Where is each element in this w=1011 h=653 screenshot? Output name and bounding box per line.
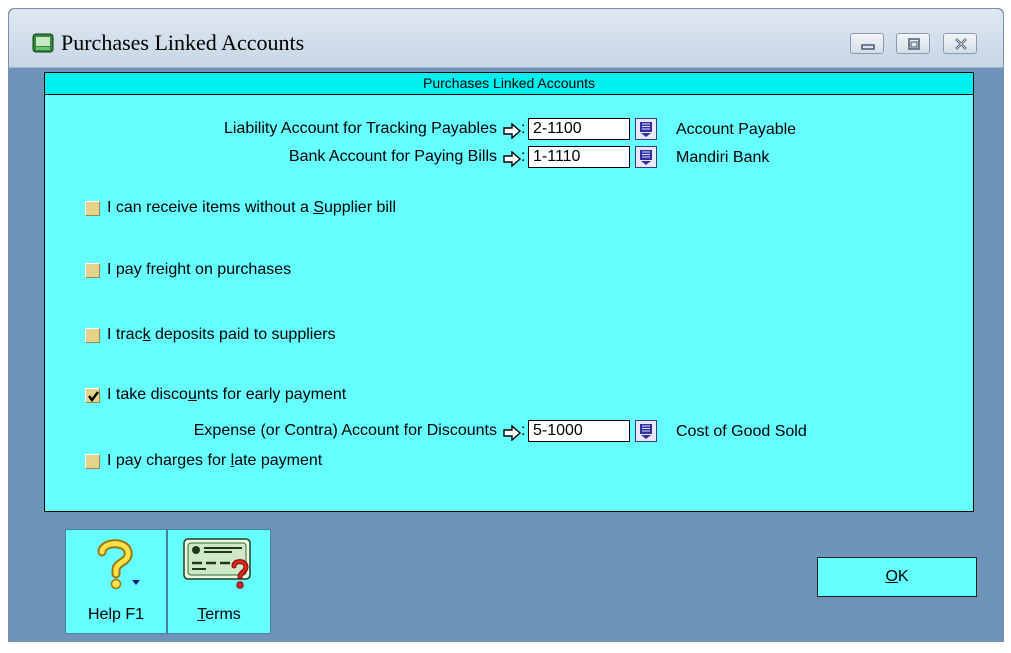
title-bar[interactable]: Purchases Linked Accounts	[9, 9, 1003, 68]
pay-freight-checkbox[interactable]	[85, 263, 100, 278]
late-charges-checkbox[interactable]	[85, 454, 100, 469]
discount-lookup-icon[interactable]	[635, 420, 657, 442]
take-discounts-label: I take discounts for early payment	[107, 386, 347, 403]
track-deposits-checkbox[interactable]	[85, 328, 100, 343]
ok-button-label: OK	[885, 568, 909, 585]
dialog-window: Purchases Linked Accounts Purchases Link…	[8, 8, 1004, 642]
bank-lookup-icon[interactable]	[635, 146, 657, 168]
maximize-icon	[908, 38, 920, 50]
liability-colon: :	[521, 120, 526, 137]
question-mark-icon	[97, 539, 140, 590]
window-title: Purchases Linked Accounts	[61, 30, 305, 55]
liability-account-field[interactable]: 2-1100	[528, 118, 630, 140]
window-app-icon[interactable]	[32, 33, 54, 53]
linked-accounts-panel: Purchases Linked Accounts Liability Acco…	[44, 72, 974, 512]
minimize-button[interactable]	[850, 33, 884, 54]
bank-account-label: Bank Account for Paying Bills	[288, 148, 497, 165]
card-question-icon	[183, 538, 251, 589]
discount-account-field[interactable]: 5-1000	[528, 420, 630, 442]
receive-without-bill-checkbox[interactable]	[85, 201, 100, 216]
terms-button[interactable]: Terms	[167, 529, 271, 634]
ok-button[interactable]: OK	[817, 557, 977, 597]
panel-header: Purchases Linked Accounts	[45, 73, 973, 95]
discount-colon: :	[521, 422, 526, 439]
bank-colon: :	[521, 148, 526, 165]
liability-account-name: Account Payable	[676, 121, 797, 138]
bank-account-field[interactable]: 1-1110	[528, 146, 630, 168]
terms-button-label: Terms	[197, 606, 241, 623]
discount-account-label: Expense (or Contra) Account for Discount…	[193, 422, 497, 439]
close-button[interactable]	[943, 33, 977, 54]
receive-without-bill-label: I can receive items without a Supplier b…	[107, 199, 397, 216]
close-icon	[955, 38, 967, 50]
track-deposits-label: I track deposits paid to suppliers	[107, 326, 336, 343]
bank-account-name: Mandiri Bank	[676, 149, 770, 166]
liability-lookup-icon[interactable]	[635, 118, 657, 140]
pay-freight-label: I pay freight on purchases	[107, 261, 292, 278]
help-button[interactable]: Help F1	[65, 529, 167, 634]
discount-account-name: Cost of Good Sold	[676, 423, 807, 440]
maximize-button[interactable]	[896, 33, 930, 54]
minimize-icon	[861, 44, 875, 50]
help-button-label: Help F1	[87, 606, 145, 623]
checkmark-icon	[88, 391, 99, 402]
take-discounts-checkbox[interactable]	[85, 388, 100, 403]
late-charges-label: I pay charges for late payment	[107, 452, 323, 469]
liability-account-label: Liability Account for Tracking Payables	[223, 120, 497, 137]
